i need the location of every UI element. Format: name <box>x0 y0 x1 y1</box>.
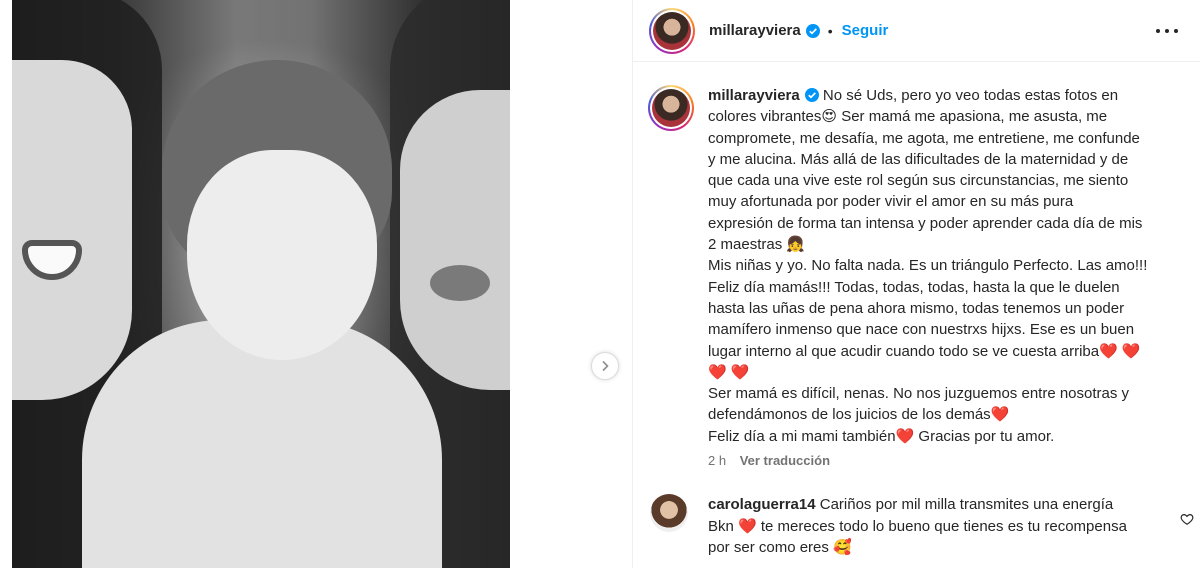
caption-avatar[interactable] <box>648 85 694 131</box>
caption-line: Ser mamá es difícil, nenas. No nos juzgu… <box>708 385 1130 403</box>
commenter-username[interactable]: carolaguerra14 <box>708 496 816 513</box>
caption-line: que cada una vive este rol según sus cir… <box>708 172 1129 190</box>
comment-item: carolaguerra14 Cariños por mil milla tra… <box>650 494 1200 559</box>
caption-line: hasta las uñas de pena ahora mismo, toda… <box>708 299 1125 317</box>
caption-line: y me alucina. Más allá de las dificultad… <box>708 150 1129 168</box>
caption-line: millarayviera No sé Uds, pero yo veo tod… <box>708 85 1178 106</box>
caption-line: Feliz día mamás!!! Todas, todas, todas, … <box>708 278 1120 296</box>
caption-text: No sé Uds, pero yo veo todas estas fotos… <box>818 87 1119 104</box>
more-options-icon[interactable] <box>1156 20 1178 42</box>
photo-shape <box>430 265 490 301</box>
post-time: 2 h <box>708 453 727 468</box>
caption-line: Feliz día a mi mami también❤️ Gracias po… <box>708 427 1055 445</box>
caption-line: expresión de forma tan intensa y poder a… <box>708 214 1143 232</box>
avatar-frame <box>650 87 692 129</box>
caption-username[interactable]: millarayviera <box>708 87 800 104</box>
more-dot <box>1156 29 1160 33</box>
heart-outline-icon[interactable] <box>1180 512 1194 526</box>
comment-line: por ser como eres 🥰 <box>708 539 852 556</box>
follow-button[interactable]: Seguir <box>842 22 889 39</box>
post-media-area <box>0 0 632 568</box>
caption-line: compromete, me desafía, me agota, me ent… <box>708 129 1140 147</box>
caption-line: lugar interno al que acudir cuando todo … <box>708 342 1141 360</box>
avatar-image <box>653 11 691 50</box>
caption-line: ❤️ ❤️ <box>708 363 750 381</box>
more-dot <box>1174 29 1178 33</box>
commenter-avatar[interactable] <box>650 494 688 532</box>
photo-shape <box>12 60 132 400</box>
comment-text-line: Cariños por mil milla transmites una ene… <box>815 496 1114 513</box>
header-username[interactable]: millarayviera <box>709 22 801 39</box>
caption-row: millarayviera No sé Uds, pero yo veo tod… <box>648 85 1188 447</box>
post-header: millarayviera • Seguir <box>633 0 1200 62</box>
avatar-frame <box>651 9 693 52</box>
caption-line: 2 maestras 👧 <box>708 236 806 254</box>
more-dot <box>1165 29 1169 33</box>
caption-line: muy afortunada por poder vivir el amor e… <box>708 193 1074 211</box>
caption-line: colores vibrantes😍 Ser mamá me apasiona,… <box>708 108 1108 126</box>
avatar[interactable] <box>649 7 695 54</box>
photo-shape <box>187 150 377 360</box>
chevron-right-icon <box>602 360 609 372</box>
caption-line: mamífero inmenso que nace con nuestrxs h… <box>708 321 1135 339</box>
caption-line: defendámonos de los juicios de los demás… <box>708 406 1010 424</box>
verified-badge-icon <box>805 23 820 38</box>
post-photo[interactable] <box>12 0 510 568</box>
see-translation-button[interactable]: Ver traducción <box>740 453 830 468</box>
avatar-image <box>652 89 690 127</box>
caption-line: Mis niñas y yo. No falta nada. Es un tri… <box>708 257 1148 275</box>
caption-meta: 2 h Ver traducción <box>708 453 830 468</box>
verified-badge-icon <box>804 88 819 102</box>
comment-text: carolaguerra14 Cariños por mil milla tra… <box>708 494 1178 559</box>
post-caption: millarayviera No sé Uds, pero yo veo tod… <box>708 85 1178 447</box>
next-photo-button[interactable] <box>591 352 619 380</box>
photo-shape <box>400 90 510 390</box>
comment-line: Bkn ❤️ te mereces todo lo bueno que tien… <box>708 517 1127 535</box>
comment-line: carolaguerra14 Cariños por mil milla tra… <box>708 494 1178 516</box>
separator-dot: • <box>827 22 833 39</box>
